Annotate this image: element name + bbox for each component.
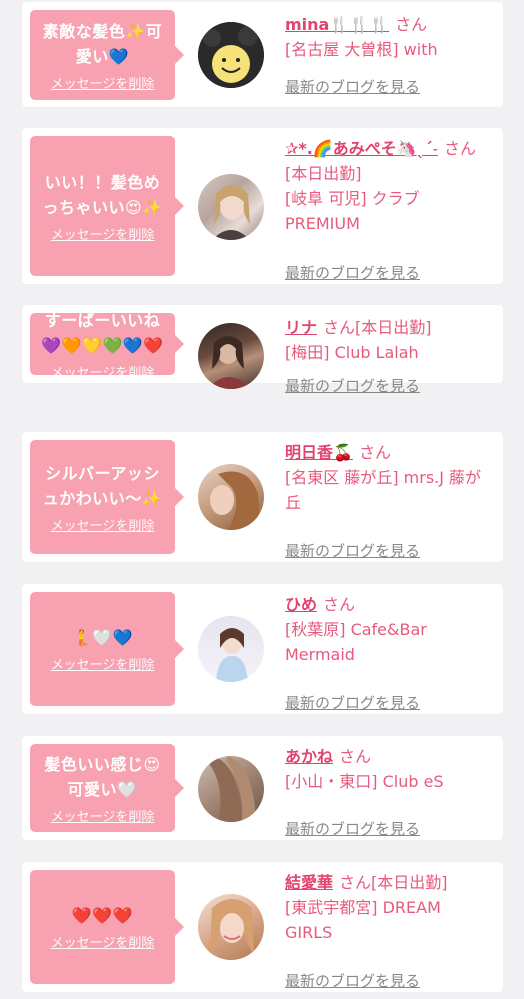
cast-info: 結愛華 さん[本日出勤] [東武宇都宮] DREAM GIRLS 最新のブログを見… — [285, 870, 493, 990]
delete-message-link[interactable]: メッセージを削除 — [51, 515, 155, 534]
comment-bubble: 髪色いい感じ😍可愛い🤍 メッセージを削除 — [30, 744, 184, 832]
message-card: いい！！髪色めっちゃいい😍✨ メッセージを削除 ✰*.🌈あみぺそ🦄ˎˊ˗ さん [本… — [22, 128, 503, 284]
person-photo-icon — [212, 185, 250, 240]
latest-blog-link[interactable]: 最新のブログを見る — [285, 970, 420, 991]
cast-name-link[interactable]: ✰*.🌈あみぺそ🦄ˎˊ˗ — [285, 139, 438, 158]
san-label: さん — [339, 873, 372, 892]
message-card: 🧜🤍💙 メッセージを削除 ひめ さん [秋葉原] Cafe&Bar Mermaid… — [22, 584, 503, 714]
status-badge: [本日出勤] — [355, 318, 432, 337]
latest-blog-link[interactable]: 最新のブログを見る — [285, 818, 420, 839]
shop-text: [小山・東口] Club eS — [285, 772, 444, 791]
smiley-avatar-icon — [198, 22, 264, 88]
comment-text: いい！！髪色めっちゃいい😍✨ — [42, 172, 163, 217]
shop-text: [岐阜 可児] クラブ PREMIUM — [285, 189, 420, 233]
person-photo-icon — [208, 336, 252, 389]
cast-name-link[interactable]: 明日香🍒 — [285, 443, 353, 462]
cast-name-link[interactable]: 結愛華 — [285, 873, 333, 892]
hair-photo-icon — [208, 756, 256, 822]
delete-message-link[interactable]: メッセージを削除 — [51, 806, 155, 825]
delete-message-link[interactable]: メッセージを削除 — [51, 932, 155, 951]
latest-blog-link[interactable]: 最新のブログを見る — [285, 262, 420, 283]
cast-name-link[interactable]: リナ — [285, 318, 317, 337]
latest-blog-link[interactable]: 最新のブログを見る — [285, 76, 420, 97]
avatar[interactable] — [198, 464, 264, 530]
cast-name-link[interactable]: mina🍴🍴🍴 — [285, 15, 389, 34]
status-badge: [本日出勤] — [371, 873, 448, 892]
shop-text: [東武宇都宮] DREAM GIRLS — [285, 898, 441, 942]
comment-bubble: ❤️❤️❤️ メッセージを削除 — [30, 870, 184, 984]
san-label: さん — [443, 139, 476, 158]
person-photo-icon — [210, 471, 260, 530]
shop-text: [名東区 藤が丘] mrs.J 藤が丘 — [285, 468, 482, 512]
avatar[interactable] — [198, 616, 264, 682]
shop-text: [梅田] Club Lalah — [285, 343, 419, 362]
cast-name-link[interactable]: あかね — [285, 747, 333, 766]
cast-name-link[interactable]: ひめ — [285, 595, 317, 614]
comment-text: 髪色いい感じ😍可愛い🤍 — [44, 754, 161, 799]
comment-text: 🧜🤍💙 — [71, 628, 134, 647]
san-label: さん — [339, 747, 372, 766]
delete-message-link[interactable]: メッセージを削除 — [51, 224, 155, 243]
shop-text: [名古屋 大曽根] with — [285, 40, 438, 59]
comment-text: 素敵な髪色✨可愛い💙 — [42, 21, 163, 66]
san-label: さん — [323, 595, 356, 614]
cast-info: ひめ さん [秋葉原] Cafe&Bar Mermaid 最新のブログを見る — [285, 592, 493, 712]
message-list: 素敵な髪色✨可愛い💙 メッセージを削除 mina🍴🍴🍴 さん [名古屋 大曽根] … — [0, 0, 524, 999]
avatar[interactable] — [198, 894, 264, 960]
delete-message-link[interactable]: メッセージを削除 — [51, 73, 155, 92]
latest-blog-link[interactable]: 最新のブログを見る — [285, 375, 420, 396]
avatar[interactable] — [198, 756, 264, 822]
cast-info: mina🍴🍴🍴 さん [名古屋 大曽根] with 最新のブログを見る — [285, 12, 493, 96]
comment-bubble: 素敵な髪色✨可愛い💙 メッセージを削除 — [30, 10, 184, 100]
cast-info: リナ さん[本日出勤] [梅田] Club Lalah 最新のブログを見る — [285, 315, 493, 395]
comment-bubble: いい！！髪色めっちゃいい😍✨ メッセージを削除 — [30, 136, 184, 276]
san-label: さん — [395, 15, 428, 34]
latest-blog-link[interactable]: 最新のブログを見る — [285, 692, 420, 713]
message-card: ❤️❤️❤️ メッセージを削除 結愛華 さん[本日出勤] [東武宇都宮] DREA… — [22, 862, 503, 992]
person-photo-icon — [216, 628, 248, 682]
status-badge: [本日出勤] — [285, 164, 362, 183]
message-card: すーぱーいいね💜🧡💛💚💙❤️ メッセージを削除 リナ さん[本日出勤] [梅田] … — [22, 305, 503, 395]
san-label: さん — [358, 443, 391, 462]
comment-bubble: 🧜🤍💙 メッセージを削除 — [30, 592, 184, 706]
cast-info: ✰*.🌈あみぺそ🦄ˎˊ˗ さん [本日出勤] [岐阜 可児] クラブ PREMIUM… — [285, 136, 493, 282]
message-card: 素敵な髪色✨可愛い💙 メッセージを削除 mina🍴🍴🍴 さん [名古屋 大曽根] … — [22, 2, 503, 107]
cast-info: あかね さん [小山・東口] Club eS 最新のブログを見る — [285, 744, 493, 838]
shop-text: [秋葉原] Cafe&Bar Mermaid — [285, 620, 427, 664]
avatar[interactable] — [198, 323, 264, 389]
comment-bubble: すーぱーいいね💜🧡💛💚💙❤️ メッセージを削除 — [30, 311, 184, 381]
delete-message-link[interactable]: メッセージを削除 — [51, 362, 155, 381]
latest-blog-link[interactable]: 最新のブログを見る — [285, 540, 420, 561]
comment-text: ❤️❤️❤️ — [71, 906, 134, 925]
cast-info: 明日香🍒 さん [名東区 藤が丘] mrs.J 藤が丘 最新のブログを見る — [285, 440, 493, 560]
message-card: 髪色いい感じ😍可愛い🤍 メッセージを削除 あかね さん [小山・東口] Club … — [22, 736, 503, 840]
delete-message-link[interactable]: メッセージを削除 — [51, 654, 155, 673]
san-label: さん — [323, 318, 356, 337]
comment-bubble: シルバーアッシュかわいい〜✨ メッセージを削除 — [30, 440, 184, 554]
avatar[interactable] — [198, 174, 264, 240]
comment-text: すーぱーいいね💜🧡💛💚💙❤️ — [41, 310, 164, 355]
avatar[interactable] — [198, 22, 264, 88]
message-card: シルバーアッシュかわいい〜✨ メッセージを削除 明日香🍒 さん [名東区 藤が丘]… — [22, 432, 503, 562]
person-photo-icon — [210, 899, 254, 954]
comment-text: シルバーアッシュかわいい〜✨ — [42, 463, 163, 508]
